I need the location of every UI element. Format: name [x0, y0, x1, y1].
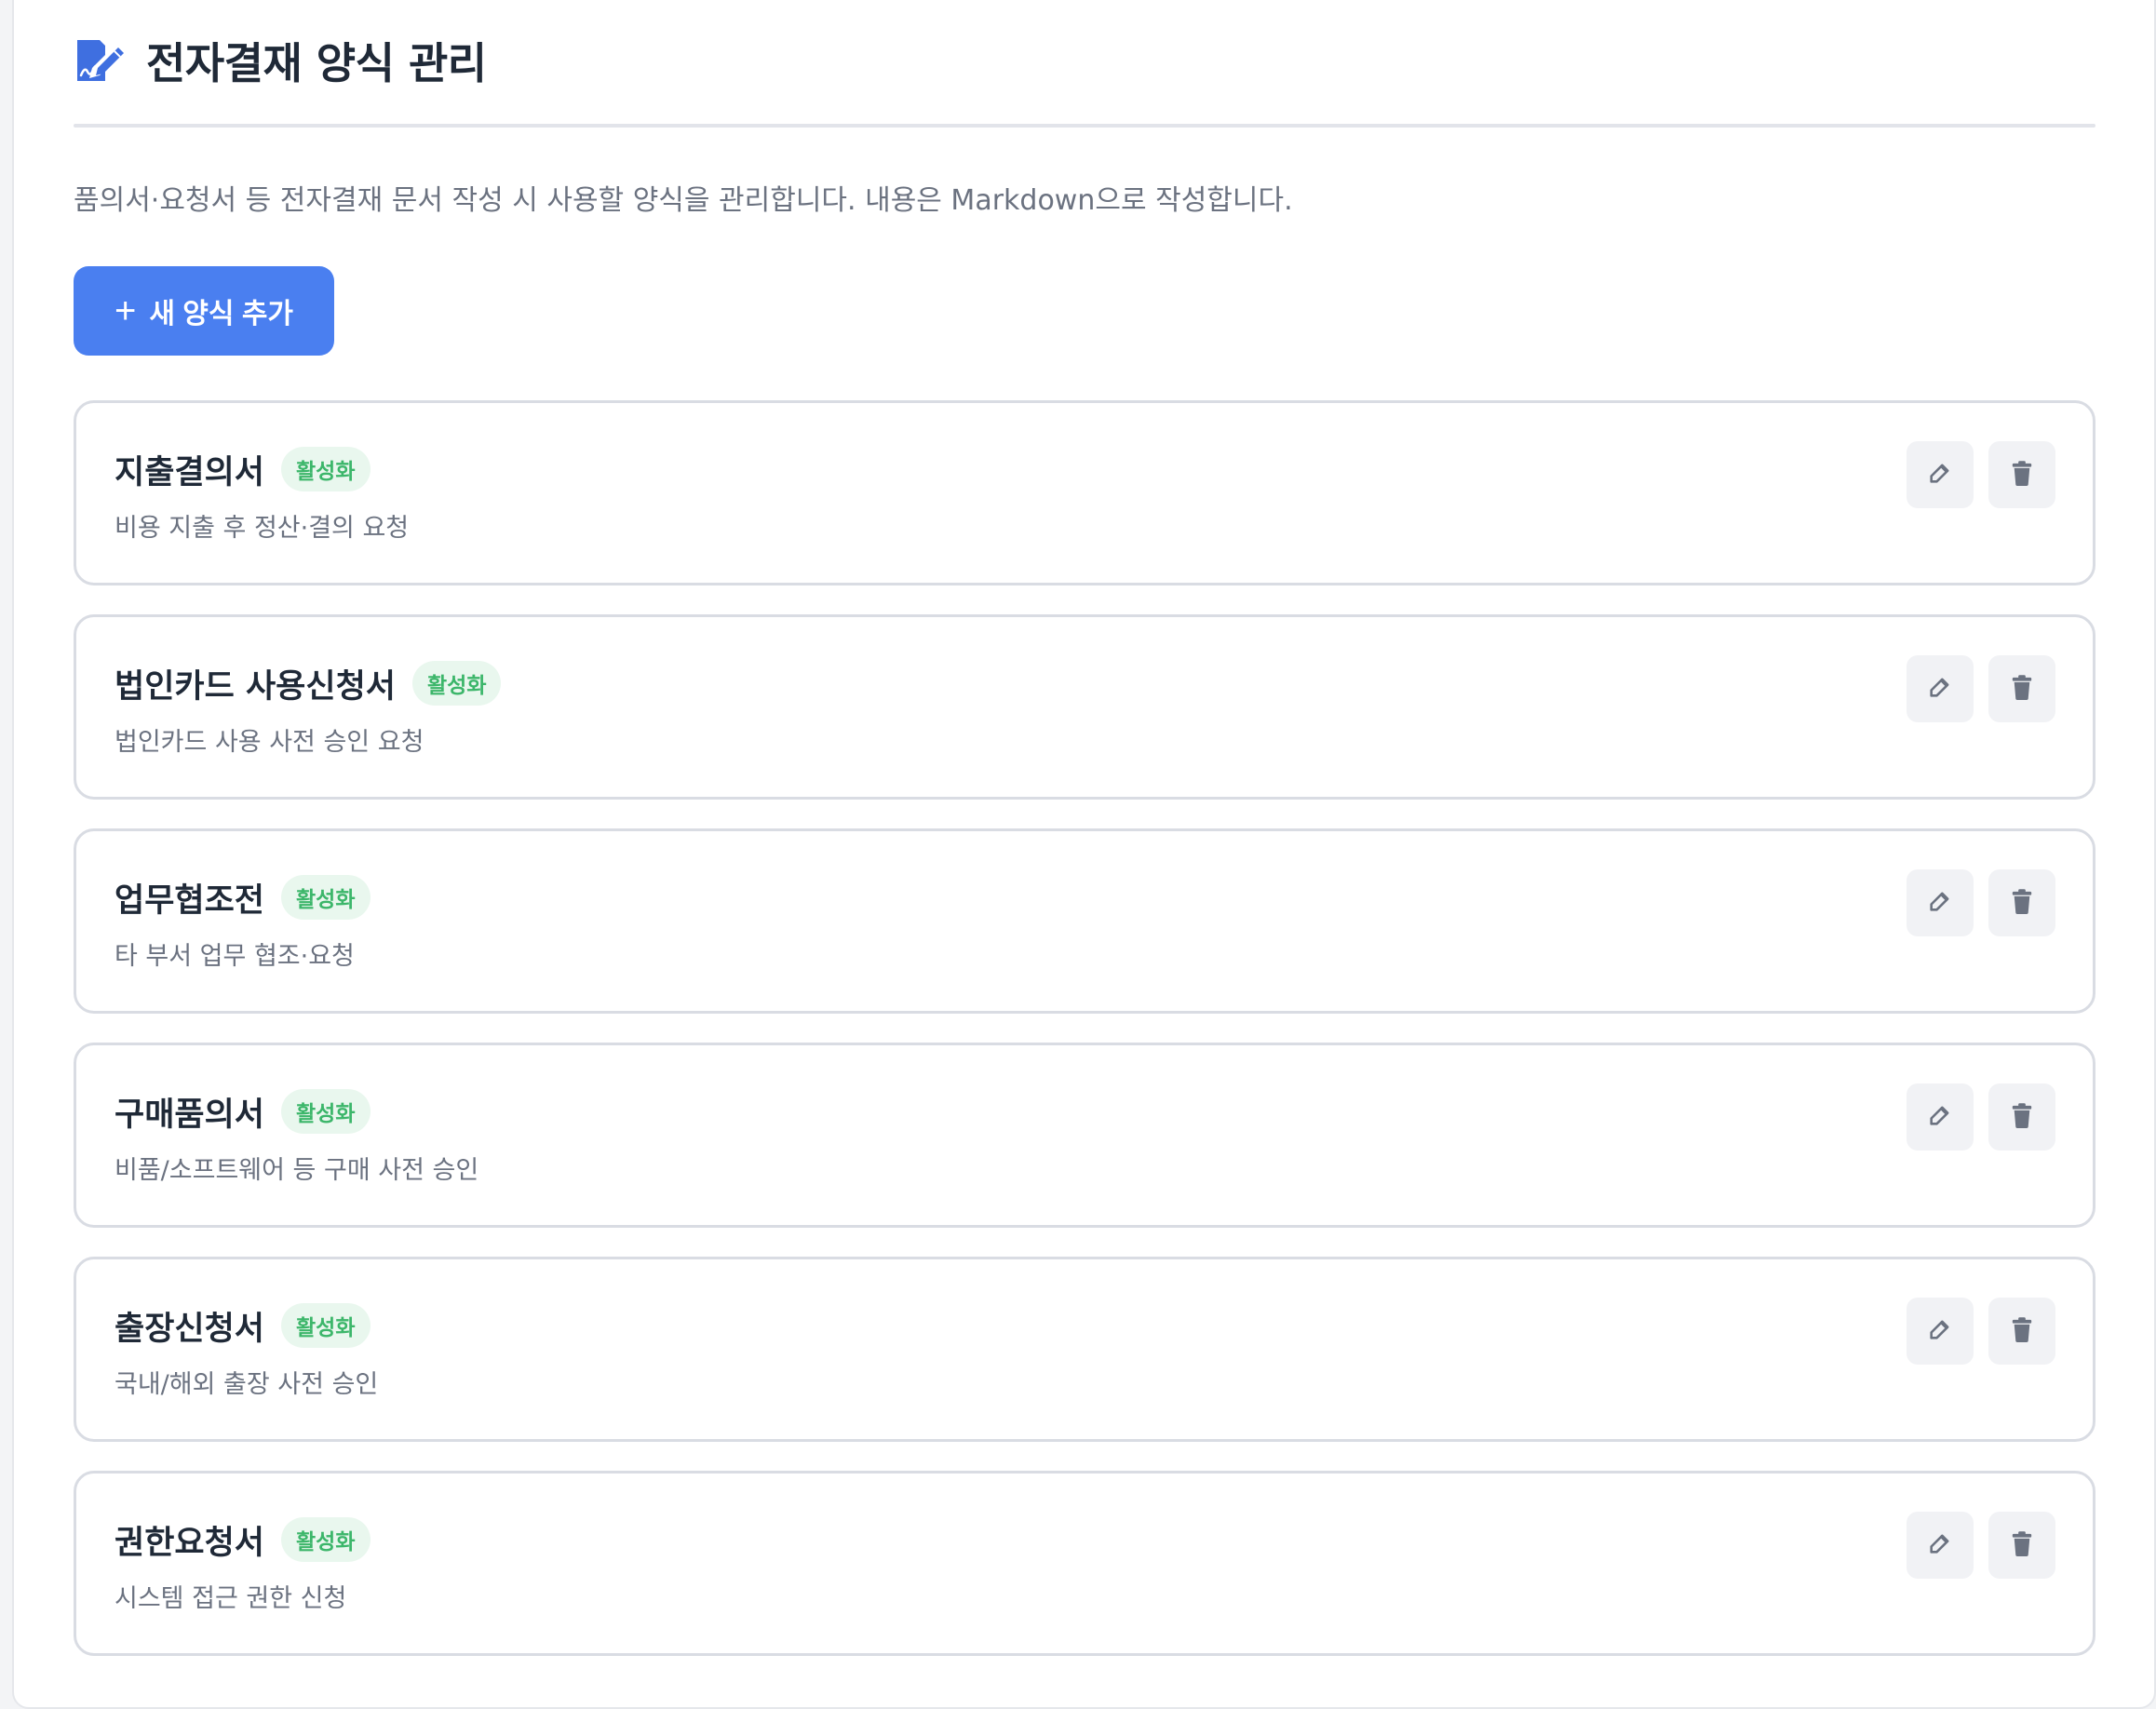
plus-icon: +: [114, 290, 137, 331]
form-description: 비용 지출 후 정산·결의 요청: [115, 514, 410, 543]
edit-button[interactable]: [1907, 869, 1974, 936]
document-signature-icon: [74, 34, 126, 87]
form-actions: [1892, 1512, 2055, 1579]
delete-button[interactable]: [1988, 1512, 2055, 1579]
form-card-title-row: 구매품의서 활성화: [115, 1086, 371, 1137]
trash-icon: [2010, 888, 2034, 918]
edit-icon: [1927, 1316, 1953, 1346]
form-card: 구매품의서 활성화비품/소프트웨어 등 구매 사전 승인: [74, 1043, 2095, 1228]
edit-button[interactable]: [1907, 1083, 1974, 1151]
status-badge: 활성화: [281, 875, 371, 920]
status-badge: 활성화: [412, 661, 502, 706]
delete-button[interactable]: [1988, 655, 2055, 722]
form-card-title-row: 권한요청서 활성화: [115, 1514, 371, 1565]
delete-button[interactable]: [1988, 1083, 2055, 1151]
form-card-title-row: 출장신청서 활성화: [115, 1300, 371, 1351]
form-description: 시스템 접근 권한 신청: [115, 1584, 347, 1613]
status-badge: 활성화: [281, 447, 371, 491]
form-actions: [1892, 1083, 2055, 1151]
form-name: 업무협조전: [115, 881, 265, 920]
status-badge: 활성화: [281, 1089, 371, 1134]
form-description: 국내/해외 출장 사전 승인: [115, 1370, 379, 1399]
edit-icon: [1927, 1530, 1953, 1560]
page-header: 전자결재 양식 관리: [74, 28, 487, 93]
form-actions: [1892, 869, 2055, 936]
add-form-button[interactable]: + 새 양식 추가: [74, 266, 334, 356]
edit-icon: [1927, 888, 1953, 918]
edit-button[interactable]: [1907, 1512, 1974, 1579]
status-badge: 활성화: [281, 1517, 371, 1562]
page-description: 품의서·요청서 등 전자결재 문서 작성 시 사용할 양식을 관리합니다. 내용…: [74, 184, 1293, 217]
form-name: 출장신청서: [115, 1310, 265, 1348]
trash-icon: [2010, 674, 2034, 704]
form-name: 권한요청서: [115, 1524, 265, 1562]
edit-icon: [1927, 460, 1953, 490]
form-name: 지출결의서: [115, 453, 265, 491]
status-badge: 활성화: [281, 1303, 371, 1348]
form-card-title-row: 업무협조전 활성화: [115, 872, 371, 922]
form-card: 지출결의서 활성화비용 지출 후 정산·결의 요청: [74, 400, 2095, 585]
form-actions: [1892, 655, 2055, 722]
form-card: 법인카드 사용신청서 활성화법인카드 사용 사전 승인 요청: [74, 614, 2095, 800]
form-card: 출장신청서 활성화국내/해외 출장 사전 승인: [74, 1257, 2095, 1442]
form-description: 타 부서 업무 협조·요청: [115, 942, 355, 971]
trash-icon: [2010, 1102, 2034, 1132]
trash-icon: [2010, 460, 2034, 490]
delete-button[interactable]: [1988, 1298, 2055, 1365]
edit-button[interactable]: [1907, 1298, 1974, 1365]
edit-button[interactable]: [1907, 441, 1974, 508]
edit-icon: [1927, 674, 1953, 704]
page-title: 전자결재 양식 관리: [146, 38, 487, 88]
header-divider: [74, 124, 2095, 128]
delete-button[interactable]: [1988, 441, 2055, 508]
form-card-title-row: 법인카드 사용신청서 활성화: [115, 658, 502, 708]
form-card: 권한요청서 활성화시스템 접근 권한 신청: [74, 1471, 2095, 1656]
form-actions: [1892, 441, 2055, 508]
delete-button[interactable]: [1988, 869, 2055, 936]
form-name: 구매품의서: [115, 1096, 265, 1134]
form-description: 법인카드 사용 사전 승인 요청: [115, 728, 424, 757]
form-list: 지출결의서 활성화 비용 지출 후 정산·결의 요청 법인카드 사용신청서 활성화 법인카…: [74, 400, 2095, 1685]
form-name: 법인카드 사용신청서: [115, 667, 396, 706]
form-card: 업무협조전 활성화타 부서 업무 협조·요청: [74, 828, 2095, 1014]
edit-button[interactable]: [1907, 655, 1974, 722]
form-description: 비품/소프트웨어 등 구매 사전 승인: [115, 1156, 479, 1185]
trash-icon: [2010, 1316, 2034, 1346]
add-form-label: 새 양식 추가: [149, 299, 294, 330]
form-card-title-row: 지출결의서 활성화: [115, 444, 371, 494]
trash-icon: [2010, 1530, 2034, 1560]
edit-icon: [1927, 1102, 1953, 1132]
form-actions: [1892, 1298, 2055, 1365]
